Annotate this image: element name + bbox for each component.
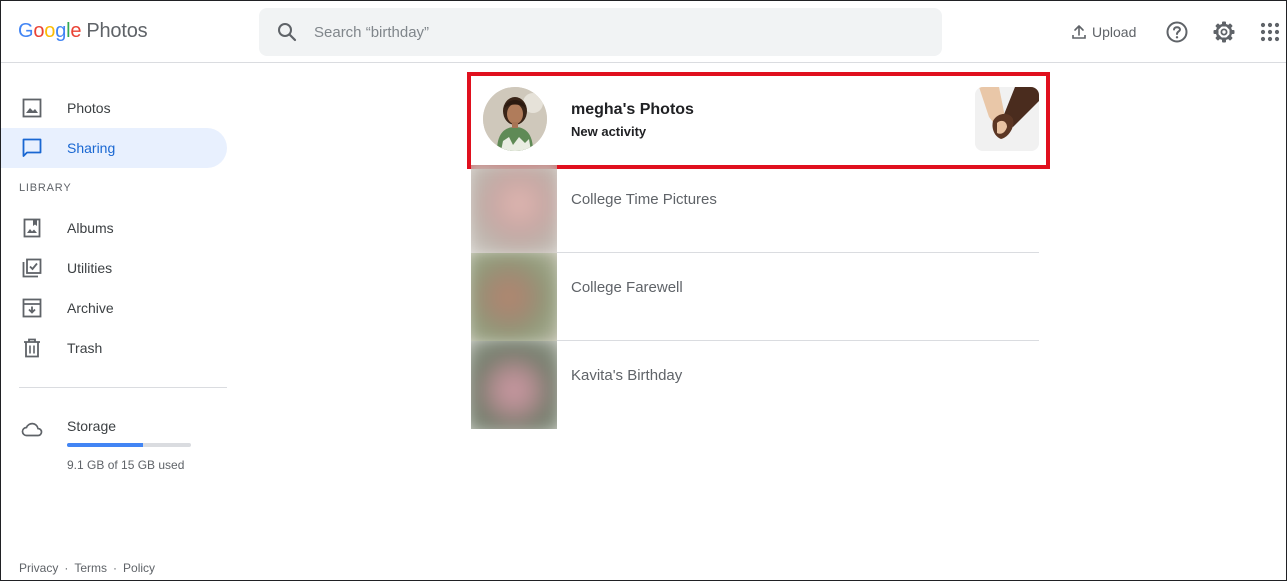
footer-separator: · (113, 561, 118, 575)
share-thumbnail (471, 165, 557, 253)
search-input[interactable] (314, 8, 914, 56)
sidebar-item-archive[interactable]: Archive (1, 288, 227, 328)
trash-icon (24, 338, 40, 358)
cloud-icon (21, 422, 43, 437)
album-icon (23, 218, 41, 238)
sidebar-item-trash[interactable]: Trash (1, 328, 227, 368)
sidebar-item-label: Utilities (67, 260, 113, 276)
upload-icon (1072, 25, 1086, 39)
storage-label[interactable]: Storage (67, 418, 116, 434)
help-icon[interactable] (1164, 19, 1190, 45)
policy-link[interactable]: Policy (123, 561, 155, 575)
library-section-label: LIBRARY (19, 182, 72, 194)
share-title: Kavita's Birthday (571, 367, 683, 384)
logo-product-name: Photos (86, 20, 148, 42)
share-title: College Time Pictures (571, 191, 717, 208)
settings-gear-icon[interactable] (1211, 19, 1237, 45)
top-bar: GooglePhotos Upload (1, 1, 1286, 63)
utilities-icon (22, 258, 42, 278)
sidebar-divider (19, 387, 227, 388)
upload-label: Upload (1092, 24, 1137, 40)
search-bar (259, 8, 942, 56)
google-photos-logo[interactable]: Google Photos (18, 20, 148, 43)
sidebar-item-sharing[interactable]: Sharing (1, 128, 227, 168)
logo-letter: e (70, 20, 82, 42)
storage-progress-fill (67, 443, 143, 447)
share-item-college-farewell[interactable]: College Farewell (471, 253, 1039, 341)
share-activity-status: New activity (571, 124, 647, 139)
sidebar-item-label: Albums (67, 220, 114, 236)
share-thumbnail (471, 341, 557, 429)
logo-letter: g (55, 20, 67, 42)
share-item-college-time-pictures[interactable]: College Time Pictures (471, 165, 1039, 253)
sidebar-item-label: Archive (67, 300, 114, 316)
privacy-link[interactable]: Privacy (19, 561, 58, 575)
footer-separator: · (64, 561, 69, 575)
footer-links: Privacy · Terms · Policy (19, 561, 155, 575)
share-title: College Farewell (571, 279, 683, 296)
chat-bubble-icon (22, 138, 42, 157)
sidebar-item-photos[interactable]: Photos (1, 88, 227, 128)
sidebar-item-albums[interactable]: Albums (1, 208, 227, 248)
terms-link[interactable]: Terms (74, 561, 107, 575)
sidebar-item-utilities[interactable]: Utilities (1, 248, 227, 288)
share-item-meghas-photos[interactable]: megha's Photos New activity (471, 76, 1046, 165)
upload-button[interactable]: Upload (1071, 21, 1136, 43)
share-title: megha's Photos (571, 101, 694, 118)
sidebar-item-label: Sharing (67, 140, 116, 156)
storage-progress-bar (67, 443, 191, 447)
share-thumbnail (975, 87, 1039, 151)
logo-letter: o (33, 20, 45, 42)
logo-letter: o (44, 20, 56, 42)
search-icon[interactable] (275, 20, 299, 44)
archive-icon (22, 298, 42, 318)
storage-usage-text: 9.1 GB of 15 GB used (67, 458, 185, 472)
apps-grid-icon[interactable] (1257, 19, 1283, 45)
avatar (483, 87, 547, 151)
sidebar-item-label: Trash (67, 340, 103, 356)
image-icon (22, 98, 42, 118)
share-thumbnail (471, 253, 557, 341)
sidebar-item-label: Photos (67, 100, 111, 116)
logo-letter: G (18, 20, 34, 42)
share-item-kavitas-birthday[interactable]: Kavita's Birthday (471, 341, 1039, 429)
